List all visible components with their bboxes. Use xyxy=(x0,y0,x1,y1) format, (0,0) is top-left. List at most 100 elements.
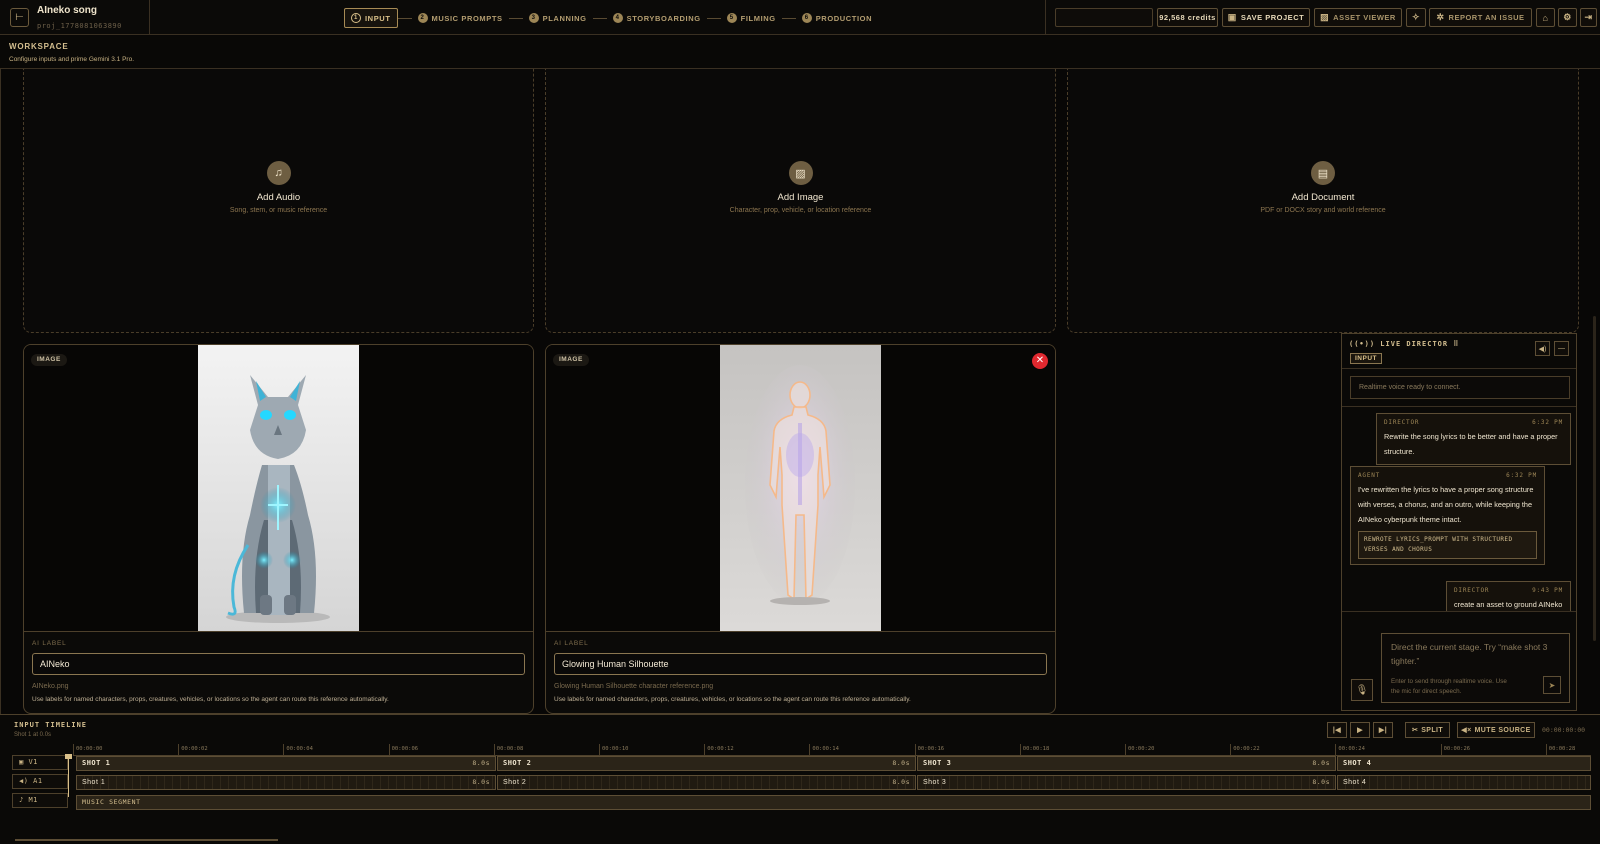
project-id: proj_1778081063890 xyxy=(37,22,122,30)
stage-number: 5 xyxy=(726,13,737,23)
speaker-icon: ◀) xyxy=(19,777,34,785)
message-list[interactable]: DIRECTOR 6:32 PM Rewrite the song lyrics … xyxy=(1342,406,1576,612)
message-role: DIRECTOR xyxy=(1384,419,1420,426)
save-project-button[interactable]: ▣ SAVE PROJECT xyxy=(1222,8,1310,27)
audio-clip[interactable]: Shot 1 8.0s xyxy=(76,775,496,790)
drag-handle-icon[interactable]: ⠿ xyxy=(1448,340,1459,348)
play-button[interactable]: ▶ xyxy=(1350,722,1370,738)
add-document-dropzone[interactable]: ▤ Add Document PDF or DOCX story and wor… xyxy=(1067,69,1579,333)
send-button[interactable]: ➤ xyxy=(1543,676,1561,694)
clip-label: SHOT 4 xyxy=(1343,759,1372,767)
stage-storyboarding[interactable]: 4 STORYBOARDING xyxy=(607,8,707,28)
message-text: I've rewritten the lyrics to have a prop… xyxy=(1358,485,1534,524)
timecode: 00:00:00:00 xyxy=(1542,726,1586,734)
timeline-ruler[interactable]: 00:00:00 00:00:02 00:00:04 00:00:06 00:00:08… xyxy=(73,744,1591,756)
skip-back-icon: |◀ xyxy=(1332,727,1342,734)
home-button[interactable]: ⌂ xyxy=(1536,8,1555,27)
horizontal-scrollbar[interactable] xyxy=(15,839,278,841)
stage-number: 4 xyxy=(612,13,623,23)
message-time: 6:32 PM xyxy=(1532,419,1563,426)
timeline-subtitle: Shot 1 at 0.0s xyxy=(14,732,52,738)
vertical-scrollbar[interactable] xyxy=(1593,316,1596,641)
stage-filming[interactable]: 5 FILMING xyxy=(721,8,782,28)
add-image-dropzone[interactable]: ▨ Add Image Character, prop, vehicle, or… xyxy=(545,69,1056,333)
stage-connector xyxy=(397,17,412,19)
image-preview: IMAGE xyxy=(24,345,533,632)
director-stage-badge: INPUT xyxy=(1350,353,1382,364)
workspace-header: WORKSPACE Configure inputs and prime Gem… xyxy=(0,36,1600,69)
split-button[interactable]: ✂ SPLIT xyxy=(1405,722,1450,738)
logout-icon: ⇥ xyxy=(1584,12,1593,22)
director-input[interactable]: Direct the current stage. Try “make shot… xyxy=(1381,633,1570,703)
skip-back-button[interactable]: |◀ xyxy=(1327,722,1347,738)
clip-label: Shot 2 xyxy=(503,779,527,786)
playhead xyxy=(68,755,69,797)
ruler-tick: 00:00:12 xyxy=(704,744,734,756)
image-type-badge: IMAGE xyxy=(31,354,67,366)
app-logo-icon[interactable]: ⊢ xyxy=(10,8,29,27)
clip-label: Shot 1 xyxy=(82,779,106,786)
credits-meter xyxy=(1055,8,1153,27)
ruler-tick: 00:00:14 xyxy=(809,744,839,756)
report-issue-button[interactable]: ✲ REPORT AN ISSUE xyxy=(1429,8,1532,27)
track-label-v1: ▣ V1 xyxy=(12,755,68,770)
stage-label: FILMING xyxy=(740,13,776,23)
remove-image-button[interactable]: ✕ xyxy=(1032,353,1048,369)
stage-input[interactable]: 1 INPUT xyxy=(344,8,398,28)
helper-text: Use labels for named characters, props, … xyxy=(554,696,911,703)
asset-viewer-label: ASSET VIEWER xyxy=(1333,13,1396,22)
stage-label: PRODUCTION xyxy=(815,13,873,23)
clip-duration: 8.0s xyxy=(1312,778,1330,786)
workspace-title: WORKSPACE xyxy=(9,42,69,51)
idea-button[interactable]: ✧ xyxy=(1406,8,1426,27)
add-audio-dropzone[interactable]: ♫ Add Audio Song, stem, or music referen… xyxy=(23,69,534,333)
clip-duration: 8.0s xyxy=(892,759,910,767)
message-time: 9:43 PM xyxy=(1532,587,1563,594)
asset-viewer-button[interactable]: ▨ ASSET VIEWER xyxy=(1314,8,1402,27)
minimize-button[interactable]: — xyxy=(1554,341,1569,356)
ai-label-input[interactable]: Glowing Human Silhouette xyxy=(554,653,1047,675)
document-icon: ▤ xyxy=(1311,161,1335,185)
stage-connector xyxy=(592,17,607,19)
clip-label: Shot 3 xyxy=(923,779,947,786)
clip-duration: 8.0s xyxy=(1312,759,1330,767)
mute-icon: ◀× xyxy=(1461,727,1472,734)
music-segment[interactable]: MUSIC SEGMENT xyxy=(76,795,1591,810)
video-clip[interactable]: SHOT 2 8.0s xyxy=(497,756,916,771)
skip-forward-button[interactable]: ▶| xyxy=(1373,722,1393,738)
dropzone-subtitle: Song, stem, or music reference xyxy=(229,207,328,214)
video-clip[interactable]: SHOT 4 xyxy=(1337,756,1591,771)
audio-clip[interactable]: Shot 3 8.0s xyxy=(917,775,1336,790)
message-text: create an asset to ground AINeko xyxy=(1454,600,1563,609)
live-director-panel: ((•)) LIVE DIRECTOR ⠿ INPUT ◀) — Realtim… xyxy=(1341,333,1577,711)
audio-clip[interactable]: Shot 2 8.0s xyxy=(497,775,916,790)
ruler-tick: 00:00:18 xyxy=(1019,744,1049,756)
clip-label: SHOT 2 xyxy=(503,759,532,767)
mute-label: MUTE SOURCE xyxy=(1474,726,1531,734)
ruler-tick: 00:00:02 xyxy=(178,744,208,756)
logout-button[interactable]: ⇥ xyxy=(1580,8,1597,27)
skip-forward-icon: ▶| xyxy=(1378,727,1388,734)
stage-planning[interactable]: 3 PLANNING xyxy=(523,8,593,28)
clip-duration: 8.0s xyxy=(892,778,910,786)
ruler-tick: 00:00:04 xyxy=(283,744,313,756)
ai-label-input[interactable]: AINeko xyxy=(32,653,525,675)
agent-message: AGENT 6:32 PM I've rewritten the lyrics t… xyxy=(1350,466,1545,565)
stage-production[interactable]: 6 PRODUCTION xyxy=(796,8,878,28)
image-preview: IMAGE ✕ xyxy=(546,345,1055,632)
video-clip[interactable]: SHOT 3 8.0s xyxy=(917,756,1336,771)
speaker-button[interactable]: ◀) xyxy=(1535,341,1550,356)
stage-music-prompts[interactable]: 2 MUSIC PROMPTS xyxy=(412,8,509,28)
home-icon: ⌂ xyxy=(1542,12,1549,23)
mic-button[interactable]: 🎙 xyxy=(1351,679,1373,701)
message-text: Rewrite the song lyrics to be better and… xyxy=(1384,432,1558,456)
microphone-icon: 🎙 xyxy=(1355,684,1369,696)
audio-clip[interactable]: Shot 4 xyxy=(1337,775,1591,790)
track-name: M1 xyxy=(28,796,38,804)
stage-label: INPUT xyxy=(365,13,391,23)
ruler-tick: 00:00:00 xyxy=(73,744,103,756)
mute-source-button[interactable]: ◀× MUTE SOURCE xyxy=(1457,722,1535,738)
settings-button[interactable]: ⚙ xyxy=(1558,8,1577,27)
video-clip[interactable]: SHOT 1 8.0s xyxy=(76,756,496,771)
director-message: DIRECTOR 6:32 PM Rewrite the song lyrics … xyxy=(1376,413,1571,465)
